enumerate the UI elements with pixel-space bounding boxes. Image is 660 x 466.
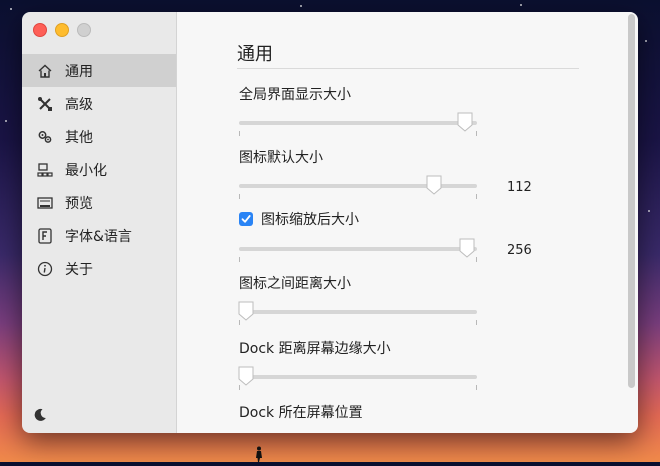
traffic-lights — [33, 23, 91, 37]
star — [10, 8, 12, 10]
page-title: 通用 — [237, 44, 273, 65]
sidebar-item-label: 最小化 — [65, 162, 107, 179]
title-divider — [237, 68, 579, 69]
star — [645, 40, 647, 42]
sidebar-nav: 通用 高级 其他 最小化 预览 字体&语言 关于 — [22, 54, 176, 285]
sidebar-item-advanced[interactable]: 高级 — [22, 87, 176, 120]
info-icon — [37, 261, 53, 277]
vertical-scrollbar[interactable] — [628, 14, 635, 388]
setting-label-global-ui-size: 全局界面显示大小 — [239, 87, 351, 103]
slider-track — [239, 310, 477, 314]
setting-label-icon-default-size: 图标默认大小 — [239, 150, 323, 166]
icon-spacing-slider[interactable] — [238, 300, 477, 328]
icon-default-size-slider[interactable] — [239, 174, 477, 202]
minimize-button[interactable] — [55, 23, 69, 37]
icon-magnified-size-value: 256 — [507, 243, 532, 258]
person-silhouette — [254, 446, 264, 462]
slider-thumb[interactable] — [457, 112, 473, 132]
slider-ticks — [239, 131, 477, 137]
slider-thumb[interactable] — [238, 301, 254, 321]
icon-magnified-size-slider[interactable] — [239, 237, 477, 265]
setting-label-dock-position: Dock 所在屏幕位置 — [239, 405, 363, 421]
sidebar-item-label: 其他 — [65, 129, 93, 146]
close-button[interactable] — [33, 23, 47, 37]
zoom-button[interactable] — [77, 23, 91, 37]
slider-ticks — [239, 385, 477, 391]
icon-default-size-value: 112 — [507, 180, 532, 195]
sidebar-item-other[interactable]: 其他 — [22, 120, 176, 153]
slider-ticks — [239, 320, 477, 326]
setting-label-icon-magnified-size: 图标缩放后大小 — [261, 212, 359, 228]
content-pane: 通用 全局界面显示大小 图标默认大小 112 图标缩放后大小 256 图标之间距… — [177, 12, 638, 433]
slider-thumb[interactable] — [459, 238, 475, 258]
slider-track — [239, 247, 477, 251]
star — [300, 5, 302, 7]
sidebar-item-label: 预览 — [65, 195, 93, 212]
star — [5, 120, 7, 122]
global-ui-size-slider[interactable] — [239, 111, 477, 139]
preview-icon — [37, 195, 53, 211]
sidebar-item-font-language[interactable]: 字体&语言 — [22, 219, 176, 252]
minimize-windows-icon — [37, 162, 53, 178]
dock-edge-distance-slider[interactable] — [238, 365, 477, 393]
sidebar: 通用 高级 其他 最小化 预览 字体&语言 关于 — [22, 12, 177, 433]
setting-label-dock-edge-distance: Dock 距离屏幕边缘大小 — [239, 341, 391, 357]
icon-magnification-checkbox[interactable] — [239, 212, 253, 226]
home-icon — [37, 63, 53, 79]
star — [648, 210, 650, 212]
preferences-window: 通用 高级 其他 最小化 预览 字体&语言 关于 通用 全局界面显示大小 图标默… — [22, 12, 638, 433]
sidebar-item-label: 高级 — [65, 96, 93, 113]
slider-thumb[interactable] — [426, 175, 442, 195]
tools-icon — [37, 96, 53, 112]
slider-track — [239, 375, 477, 379]
sidebar-item-minimize[interactable]: 最小化 — [22, 153, 176, 186]
moon-icon[interactable] — [32, 407, 48, 423]
sidebar-item-preview[interactable]: 预览 — [22, 186, 176, 219]
sidebar-item-label: 关于 — [65, 261, 93, 278]
slider-track — [239, 121, 477, 125]
star — [520, 4, 522, 6]
sidebar-item-label: 字体&语言 — [65, 228, 132, 245]
gears-icon — [37, 129, 53, 145]
slider-ticks — [239, 257, 477, 263]
sidebar-item-about[interactable]: 关于 — [22, 252, 176, 285]
font-icon — [37, 227, 53, 244]
sidebar-item-label: 通用 — [65, 63, 93, 80]
sidebar-item-general[interactable]: 通用 — [22, 54, 176, 87]
setting-label-icon-spacing: 图标之间距离大小 — [239, 276, 351, 292]
slider-thumb[interactable] — [238, 366, 254, 386]
